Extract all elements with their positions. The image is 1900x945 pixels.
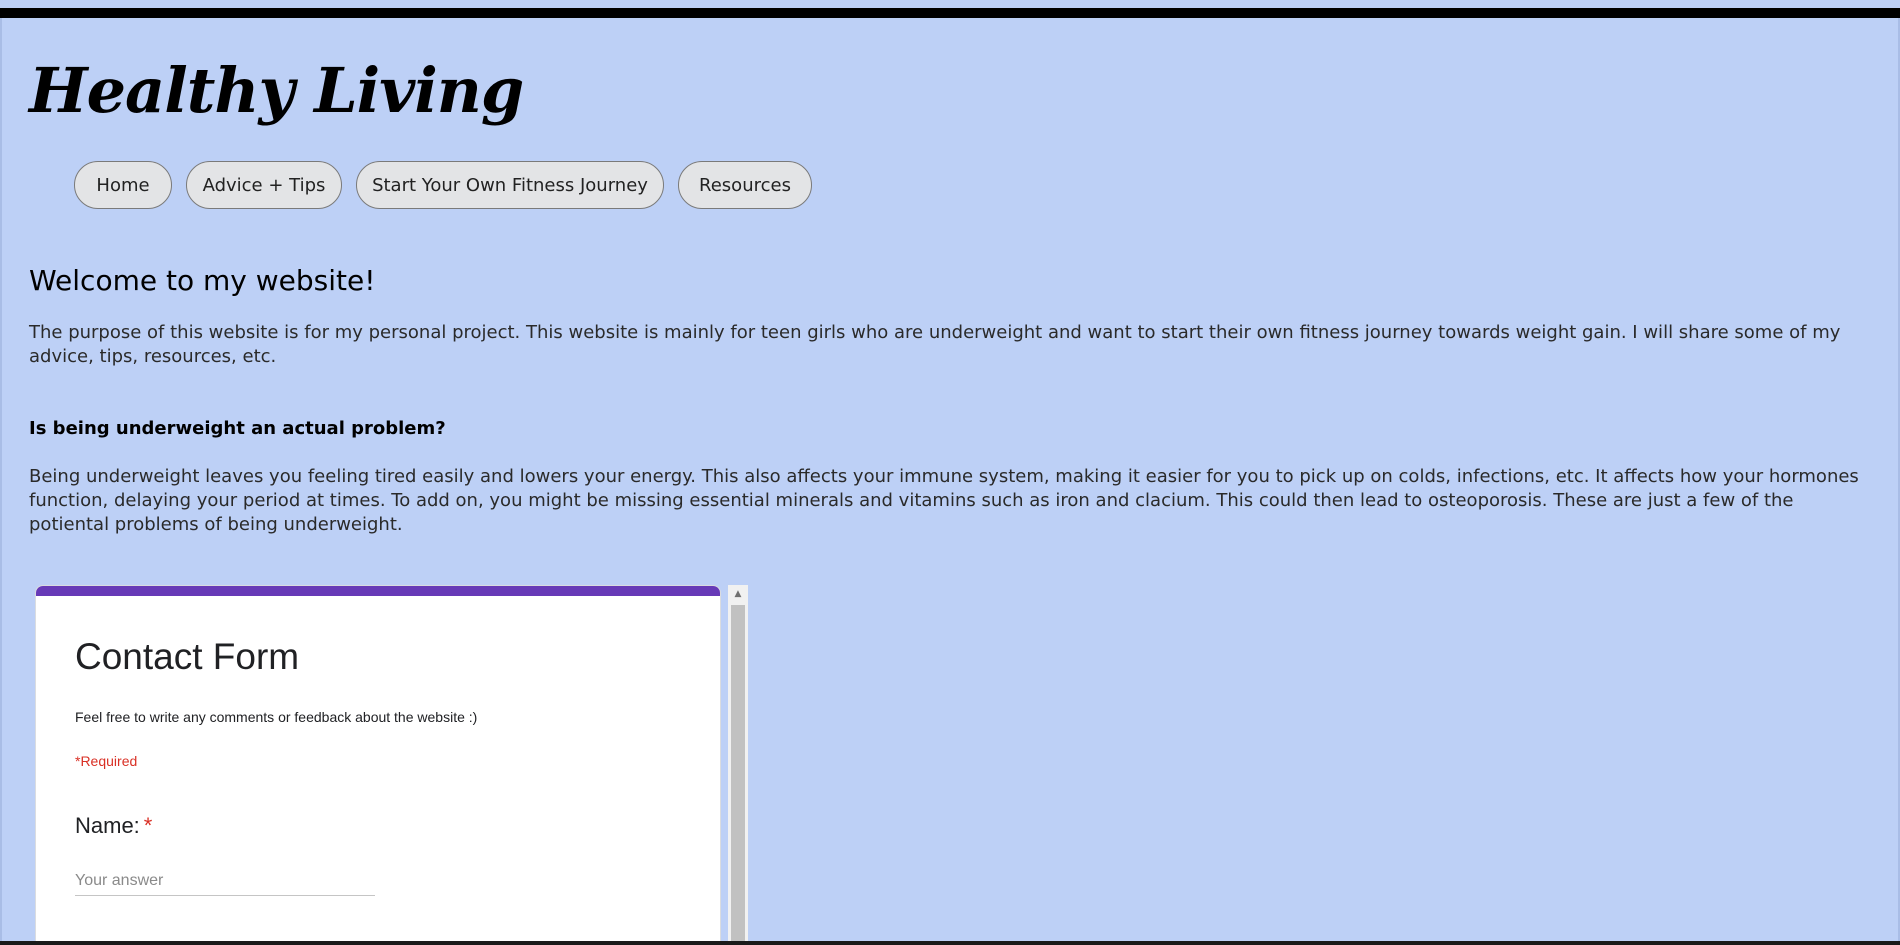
scroll-up-arrow-icon[interactable]: ▲ [728, 585, 748, 603]
name-label-text: Name: [75, 813, 140, 838]
form-scrollbar[interactable]: ▲ [728, 585, 748, 945]
body-paragraph: Being underweight leaves you feeling tir… [29, 466, 1859, 535]
form-card: Contact Form Feel free to write any comm… [35, 585, 721, 945]
nav-home-button[interactable]: Home [74, 161, 172, 209]
nav-advice-tips-button[interactable]: Advice + Tips [186, 161, 342, 209]
form-required-note: *Required [75, 753, 138, 769]
name-field-label: Name: * [75, 813, 152, 839]
top-border [0, 8, 1900, 18]
form-description: Feel free to write any comments or feedb… [75, 709, 478, 725]
scroll-thumb[interactable] [731, 605, 745, 945]
site-title: Healthy Living [29, 54, 524, 127]
form-accent-bar [36, 586, 720, 596]
required-asterisk: * [143, 813, 153, 838]
form-title: Contact Form [75, 636, 300, 677]
intro-paragraph: The purpose of this website is for my pe… [29, 322, 1841, 367]
nav-fitness-journey-button[interactable]: Start Your Own Fitness Journey [356, 161, 664, 209]
section-heading: Is being underweight an actual problem? [29, 418, 446, 439]
contact-form-embed: Contact Form Feel free to write any comm… [35, 585, 751, 945]
bottom-border [0, 941, 1900, 945]
nav-resources-button[interactable]: Resources [678, 161, 812, 209]
name-input[interactable] [75, 866, 375, 896]
welcome-heading: Welcome to my website! [29, 264, 376, 297]
